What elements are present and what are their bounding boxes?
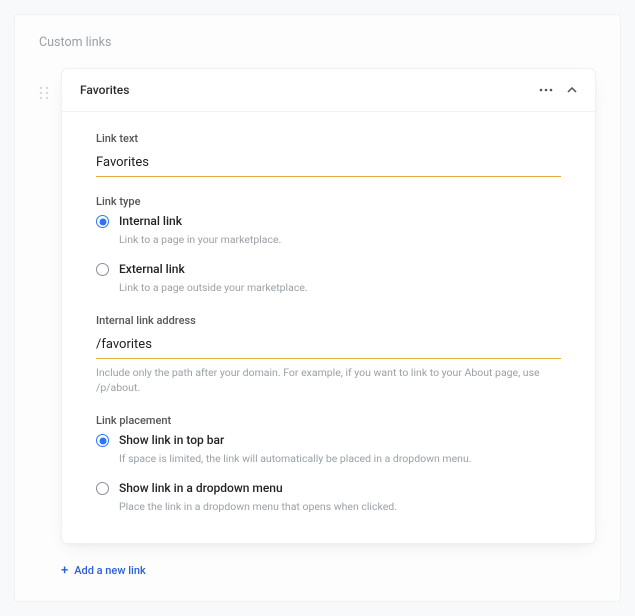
- collapse-icon[interactable]: [567, 87, 577, 93]
- plus-icon: +: [61, 564, 68, 577]
- radio-label: Show link in a dropdown menu: [119, 481, 561, 495]
- link-text-input[interactable]: [96, 151, 561, 177]
- add-new-link-label: Add a new link: [74, 564, 145, 577]
- radio-top-bar[interactable]: Show link in top bar If space is limited…: [96, 433, 561, 467]
- link-placement-label: Link placement: [96, 414, 561, 427]
- add-new-link-button[interactable]: + Add a new link: [61, 564, 146, 577]
- radio-dropdown[interactable]: Show link in a dropdown menu Place the l…: [96, 481, 561, 515]
- radio-label: External link: [119, 262, 561, 276]
- radio-dot-icon: [96, 263, 109, 276]
- radio-label: Show link in top bar: [119, 433, 561, 447]
- more-icon[interactable]: [539, 88, 553, 92]
- radio-internal-link[interactable]: Internal link Link to a page in your mar…: [96, 214, 561, 248]
- drag-handle-icon[interactable]: [39, 86, 51, 100]
- link-type-label: Link type: [96, 195, 561, 208]
- radio-external-link[interactable]: External link Link to a page outside you…: [96, 262, 561, 296]
- radio-help: Link to a page outside your marketplace.: [119, 280, 561, 296]
- radio-label: Internal link: [119, 214, 561, 228]
- radio-help: If space is limited, the link will autom…: [119, 451, 561, 467]
- radio-dot-icon: [96, 482, 109, 495]
- radio-dot-icon: [96, 215, 109, 228]
- link-address-label: Internal link address: [96, 314, 561, 327]
- link-address-help: Include only the path after your domain.…: [96, 365, 561, 397]
- card-title: Favorites: [80, 83, 539, 97]
- radio-help: Link to a page in your marketplace.: [119, 232, 561, 248]
- radio-dot-icon: [96, 434, 109, 447]
- radio-help: Place the link in a dropdown menu that o…: [119, 499, 561, 515]
- section-title: Custom links: [39, 35, 596, 50]
- link-text-label: Link text: [96, 132, 561, 145]
- link-card: Favorites: [61, 68, 596, 544]
- link-address-input[interactable]: [96, 333, 561, 359]
